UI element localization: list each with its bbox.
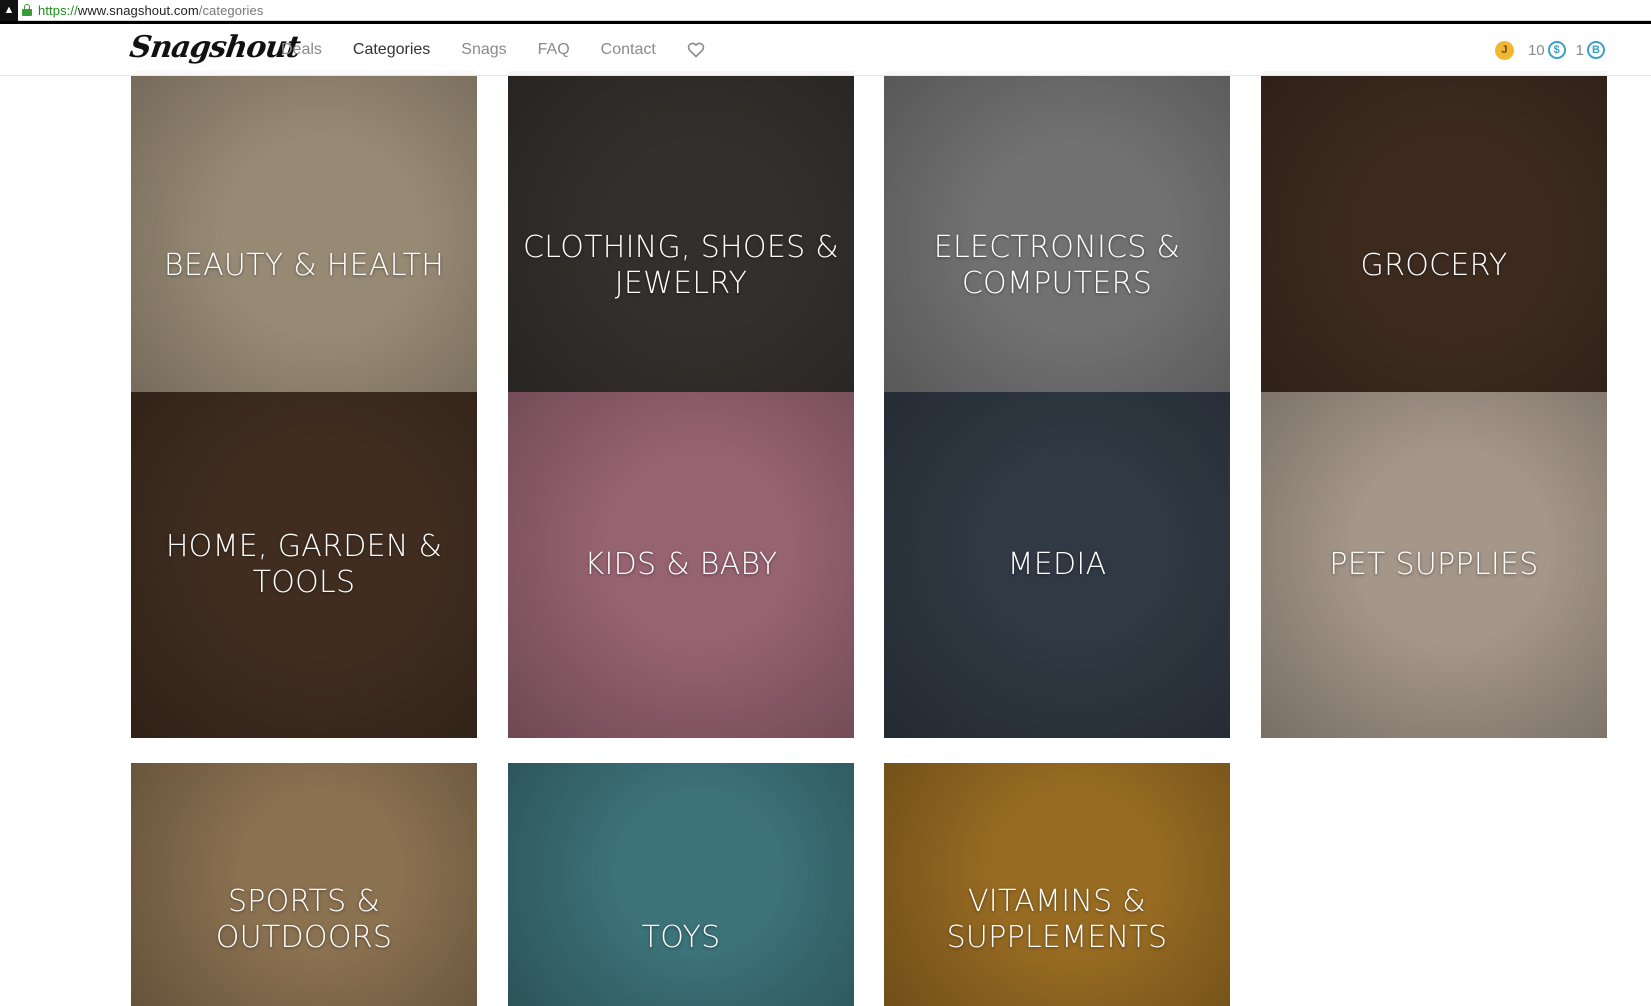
category-label: CLOTHING, SHOES & JEWELRY — [523, 230, 839, 301]
avatar[interactable]: J — [1494, 40, 1514, 60]
category-label: BEAUTY & HEALTH — [163, 248, 445, 283]
category-tile-pet-supplies[interactable]: PET SUPPLIES — [1261, 392, 1607, 738]
browser-address-bar[interactable]: ▲ https://www.snagshout.com/categories — [0, 0, 1651, 21]
category-tile-toys[interactable]: TOYS — [508, 763, 854, 1006]
category-label: HOME, GARDEN & TOOLS — [165, 529, 443, 600]
category-label: SPORTS & OUTDOORS — [215, 884, 393, 955]
category-tile-kids-baby[interactable]: KIDS & BABY — [508, 392, 854, 738]
nav-link-contact[interactable]: Contact — [601, 41, 656, 59]
category-label: GROCERY — [1360, 248, 1508, 283]
nav-link-faq[interactable]: FAQ — [538, 41, 570, 59]
nav-link-deals[interactable]: Deals — [281, 41, 322, 59]
heart-icon[interactable] — [687, 42, 705, 58]
category-label: MEDIA — [1007, 547, 1107, 582]
badge-coin-icon: B — [1587, 41, 1605, 59]
main-nav: Deals Categories Snags FAQ Contact — [281, 24, 705, 76]
site-header: Snagshout Deals Categories Snags FAQ Con… — [0, 24, 1651, 76]
category-label: KIDS & BABY — [584, 547, 778, 582]
user-stats: J 10 $ 1 B — [1494, 24, 1605, 76]
url-host: www.snagshout.com — [77, 2, 199, 18]
category-tile-vitamins[interactable]: VITAMINS & SUPPLEMENTS — [884, 763, 1230, 1006]
nav-link-categories[interactable]: Categories — [353, 41, 430, 59]
url-path: /categories — [198, 2, 264, 18]
category-label: VITAMINS & SUPPLEMENTS — [946, 884, 1168, 955]
browser-menu-icon[interactable]: ▲ — [0, 0, 18, 21]
badge-stat[interactable]: 1 B — [1576, 41, 1605, 59]
category-label: PET SUPPLIES — [1329, 547, 1539, 582]
points-coin-icon: $ — [1547, 41, 1566, 59]
category-tile-electronics[interactable]: ELECTRONICS & COMPUTERS — [884, 71, 1230, 441]
nav-link-snags[interactable]: Snags — [461, 41, 506, 59]
lock-icon — [22, 4, 32, 16]
category-label: ELECTRONICS & COMPUTERS — [933, 230, 1181, 301]
points-stat[interactable]: 10 $ — [1528, 41, 1566, 59]
url-text[interactable]: https://www.snagshout.com/categories — [38, 3, 263, 18]
category-tile-clothing[interactable]: CLOTHING, SHOES & JEWELRY — [508, 71, 854, 441]
badge-count: 1 — [1575, 41, 1584, 59]
category-label: TOYS — [641, 920, 721, 955]
category-tile-home-garden[interactable]: HOME, GARDEN & TOOLS — [131, 392, 477, 738]
category-tile-grocery[interactable]: GROCERY — [1261, 71, 1607, 441]
category-tile-media[interactable]: MEDIA — [884, 392, 1230, 738]
category-tile-beauty-health[interactable]: BEAUTY & HEALTH — [131, 71, 477, 441]
url-protocol: https:// — [38, 2, 78, 18]
category-tile-sports-outdoors[interactable]: SPORTS & OUTDOORS — [131, 763, 477, 1006]
category-grid: BEAUTY & HEALTH CLOTHING, SHOES & JEWELR… — [131, 71, 1609, 1006]
site-logo[interactable]: Snagshout — [128, 30, 302, 65]
points-count: 10 — [1527, 41, 1545, 59]
